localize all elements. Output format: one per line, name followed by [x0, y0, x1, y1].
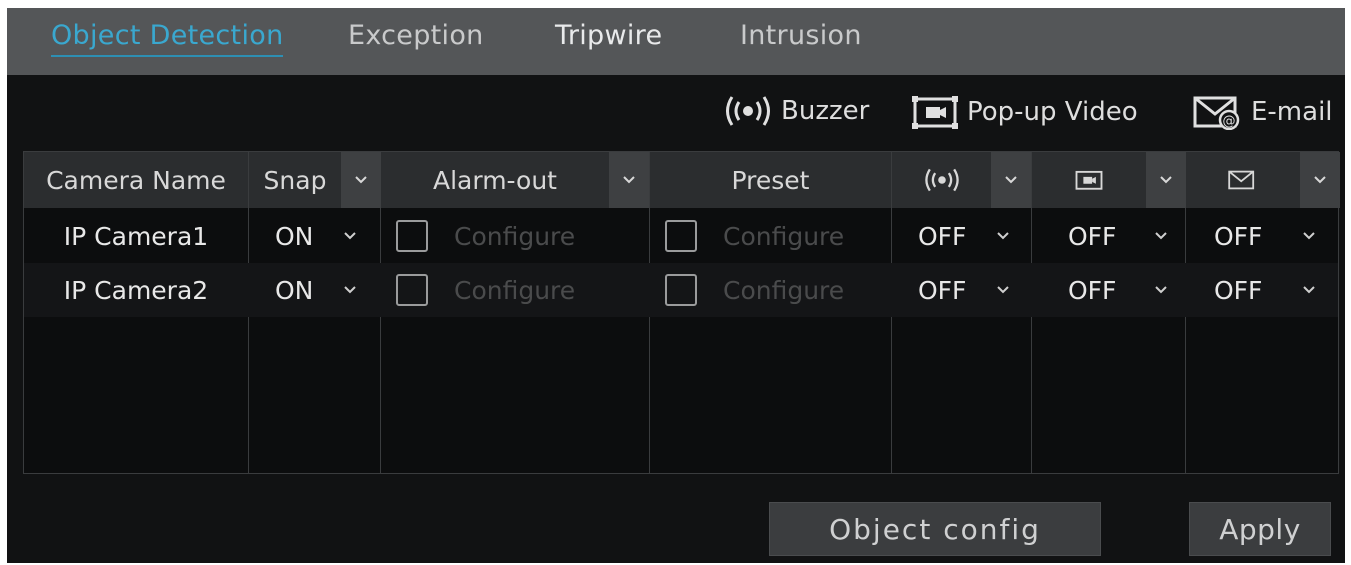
preset-cell: Configure: [665, 263, 891, 317]
alarm-out-cell: Configure: [396, 209, 646, 263]
preset-cell: Configure: [665, 209, 891, 263]
alarm-out-cell: Configure: [396, 263, 646, 317]
header-camera-name: Camera Name: [46, 165, 226, 195]
email-icon: @: [1193, 96, 1240, 130]
camera-name-cell: IP Camera1: [63, 221, 209, 251]
email-select[interactable]: OFF: [1186, 263, 1340, 317]
alarm-out-all-dropdown[interactable]: [609, 152, 649, 208]
legend-popup-video: Pop-up Video: [911, 94, 1138, 130]
tab-tripwire[interactable]: Tripwire: [555, 20, 662, 51]
alarm-out-configure-link[interactable]: Configure: [454, 222, 575, 251]
popup-value: OFF: [1068, 221, 1117, 251]
object-config-button[interactable]: Object config: [769, 502, 1101, 556]
buzzer-select[interactable]: OFF: [892, 209, 1031, 263]
snap-value: ON: [275, 275, 314, 305]
chevron-down-icon: [1303, 286, 1316, 294]
popup-select[interactable]: OFF: [1032, 209, 1185, 263]
popup-video-icon: [1075, 170, 1103, 190]
email-icon: [1228, 170, 1255, 190]
email-value: OFF: [1214, 275, 1263, 305]
tab-bar: Object Detection Exception Tripwire Intr…: [7, 8, 1345, 75]
preset-configure-link[interactable]: Configure: [723, 276, 844, 305]
popup-select[interactable]: OFF: [1032, 263, 1185, 317]
chevron-down-icon: [1160, 176, 1172, 184]
legend-popup-label: Pop-up Video: [967, 97, 1138, 127]
legend-buzzer: Buzzer: [723, 94, 869, 128]
camera-name-cell: IP Camera2: [63, 275, 209, 305]
chevron-down-icon: [1303, 232, 1316, 240]
tab-exception[interactable]: Exception: [348, 20, 484, 51]
chevron-down-icon: [1005, 176, 1017, 184]
header-preset: Preset: [731, 165, 810, 195]
email-select[interactable]: OFF: [1186, 209, 1340, 263]
legend-email-label: E-mail: [1251, 97, 1333, 127]
snap-value: ON: [275, 221, 314, 251]
email-all-dropdown[interactable]: [1300, 152, 1340, 208]
buzzer-value: OFF: [918, 221, 967, 251]
header-popup-video: [1032, 152, 1146, 208]
snap-select[interactable]: ON: [249, 209, 380, 263]
alarm-out-checkbox[interactable]: [396, 274, 428, 306]
chevron-down-icon: [344, 232, 357, 240]
buzzer-icon: [726, 96, 770, 126]
table-row: IP Camera2 ON Configure Configure OFF OF…: [24, 263, 1338, 317]
chevron-down-icon: [623, 176, 635, 184]
snap-select[interactable]: ON: [249, 263, 380, 317]
legend-email: @ E-mail: [1193, 94, 1333, 130]
email-value: OFF: [1214, 221, 1263, 251]
chevron-down-icon: [1314, 176, 1326, 184]
buzzer-value: OFF: [918, 275, 967, 305]
alarm-out-checkbox[interactable]: [396, 220, 428, 252]
chevron-down-icon: [997, 232, 1010, 240]
preset-checkbox[interactable]: [665, 274, 697, 306]
svg-text:@: @: [1223, 114, 1236, 129]
popup-value: OFF: [1068, 275, 1117, 305]
tab-object-detection[interactable]: Object Detection: [51, 20, 284, 57]
chevron-down-icon: [997, 286, 1010, 294]
header-buzzer: [892, 152, 991, 208]
chevron-down-icon: [1155, 286, 1168, 294]
snap-all-dropdown[interactable]: [341, 152, 381, 208]
preset-configure-link[interactable]: Configure: [723, 222, 844, 251]
header-email: [1186, 152, 1300, 208]
apply-button[interactable]: Apply: [1189, 502, 1331, 556]
object-detection-panel: Object Detection Exception Tripwire Intr…: [7, 8, 1345, 563]
legend-buzzer-label: Buzzer: [781, 96, 870, 126]
camera-alarm-table: Camera Name Snap Alarm-out Preset IP Cam…: [23, 151, 1340, 474]
preset-checkbox[interactable]: [665, 220, 697, 252]
tab-intrusion[interactable]: Intrusion: [740, 20, 862, 51]
header-alarm-out: Alarm-out: [433, 165, 557, 195]
buzzer-all-dropdown[interactable]: [991, 152, 1031, 208]
table-row: IP Camera1 ON Configure Configure OFF OF…: [24, 209, 1338, 263]
alarm-out-configure-link[interactable]: Configure: [454, 276, 575, 305]
header-snap: Snap: [263, 165, 327, 195]
chevron-down-icon: [355, 176, 367, 184]
buzzer-select[interactable]: OFF: [892, 263, 1031, 317]
popup-video-icon: [912, 96, 958, 129]
chevron-down-icon: [344, 286, 357, 294]
buzzer-icon: [924, 168, 959, 192]
chevron-down-icon: [1155, 232, 1168, 240]
popup-all-dropdown[interactable]: [1146, 152, 1186, 208]
